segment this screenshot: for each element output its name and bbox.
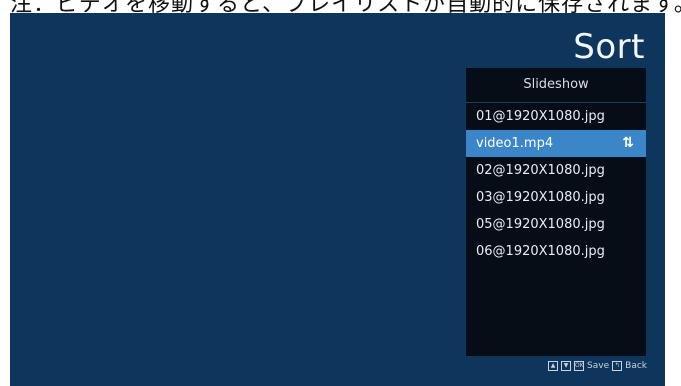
save-label: Save <box>587 361 610 371</box>
panel-title: Slideshow <box>466 68 646 103</box>
footer-hints: ▲ ▼ OK Save ↰ Back <box>548 361 647 371</box>
list-item-selected[interactable]: video1.mp4 ⇅ <box>466 130 646 157</box>
list-item-label: 01@1920X1080.jpg <box>476 109 605 124</box>
list-item-label: 02@1920X1080.jpg <box>476 163 605 178</box>
list-item[interactable]: 01@1920X1080.jpg <box>466 103 646 130</box>
sort-move-icon: ⇅ <box>622 135 634 151</box>
down-arrow-key-icon: ▼ <box>561 361 572 371</box>
list-item[interactable]: 05@1920X1080.jpg <box>466 211 646 238</box>
playlist-list: 01@1920X1080.jpg video1.mp4 ⇅ 02@1920X10… <box>466 103 646 265</box>
cropped-note-text-strip: 注：ビデオを移動すると、プレイリストが自動的に保存されます。 <box>0 0 681 13</box>
list-item[interactable]: 02@1920X1080.jpg <box>466 157 646 184</box>
cropped-note-text: 注：ビデオを移動すると、プレイリストが自動的に保存されます。 <box>10 0 681 13</box>
up-arrow-key-icon: ▲ <box>548 361 559 371</box>
back-label: Back <box>625 361 647 371</box>
list-item-label: 05@1920X1080.jpg <box>476 217 605 232</box>
back-key-icon: ↰ <box>612 361 623 371</box>
list-item-label: video1.mp4 <box>476 136 554 151</box>
ok-key-icon: OK <box>574 361 585 371</box>
list-item-label: 03@1920X1080.jpg <box>476 190 605 205</box>
sort-screen: Sort Slideshow 01@1920X1080.jpg video1.m… <box>10 13 665 386</box>
list-item-label: 06@1920X1080.jpg <box>476 244 605 259</box>
page-title: Sort <box>573 27 645 67</box>
slideshow-panel: Slideshow 01@1920X1080.jpg video1.mp4 ⇅ … <box>466 68 646 356</box>
list-item[interactable]: 03@1920X1080.jpg <box>466 184 646 211</box>
list-item[interactable]: 06@1920X1080.jpg <box>466 238 646 265</box>
